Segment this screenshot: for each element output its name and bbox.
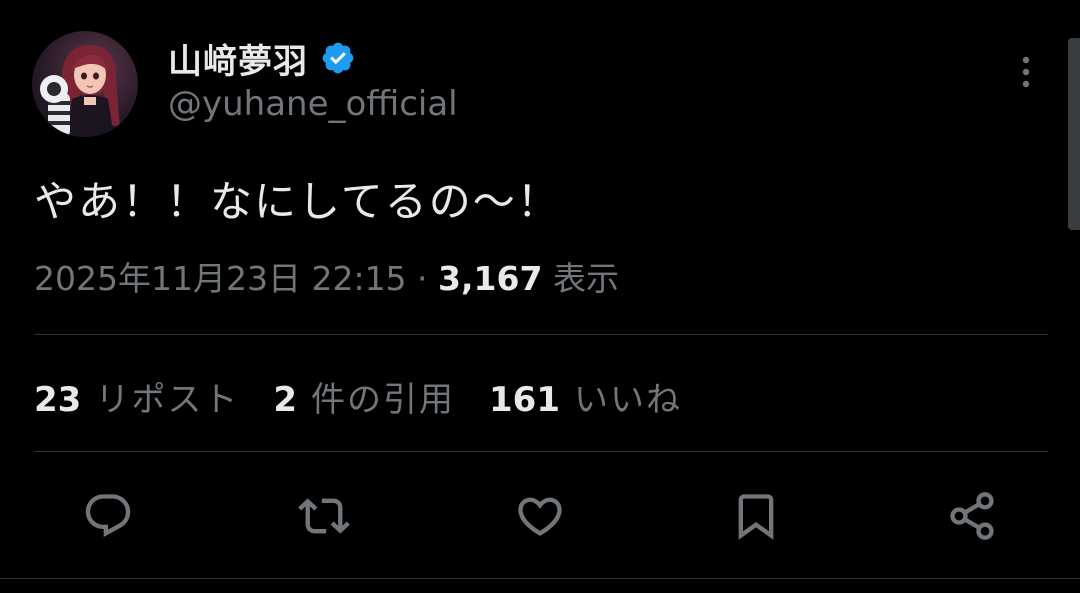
quotes-label: 件の引用 (311, 380, 455, 420)
bookmark-button[interactable] (730, 490, 782, 542)
meta-separator: · (406, 259, 439, 298)
repost-icon (298, 498, 350, 534)
share-icon (950, 492, 994, 540)
divider (34, 451, 1048, 452)
like-button[interactable] (514, 490, 566, 542)
views-count: 3,167 (438, 259, 543, 298)
tweet-timestamp[interactable]: 2025年11月23日 22:15 (34, 259, 407, 298)
reply-icon (85, 494, 131, 538)
reposts-stat[interactable]: 23 リポスト (34, 372, 239, 421)
tweet-detail: 山﨑夢羽 @yuhane_official やあ！！なにしてるの〜！ 2025年… (0, 0, 1080, 593)
scrollbar[interactable] (1068, 38, 1080, 230)
bookmark-icon (738, 494, 774, 540)
verified-badge-icon[interactable] (320, 40, 356, 76)
tweet-text: やあ！！なにしてるの〜！ (34, 177, 561, 226)
likes-label: いいね (573, 380, 682, 420)
repost-button[interactable] (298, 490, 350, 542)
reposts-count: 23 (34, 380, 82, 420)
quotes-stat[interactable]: 2 件の引用 (273, 372, 455, 421)
author-name-row[interactable]: 山﨑夢羽 (168, 34, 356, 83)
engagement-stats: 23 リポスト 2 件の引用 161 いいね (34, 372, 716, 421)
reply-button[interactable] (82, 490, 134, 542)
divider (0, 578, 1080, 579)
more-options-icon[interactable] (1014, 54, 1038, 94)
likes-stat[interactable]: 161 いいね (489, 372, 682, 421)
quotes-count: 2 (273, 380, 297, 420)
avatar-illustration (40, 44, 120, 137)
divider (34, 334, 1048, 335)
share-button[interactable] (946, 490, 998, 542)
likes-count: 161 (489, 380, 560, 420)
reposts-label: リポスト (95, 380, 240, 420)
tweet-meta: 2025年11月23日 22:15 · 3,167 表示 (34, 252, 619, 300)
like-icon (518, 497, 562, 536)
avatar[interactable] (32, 31, 138, 137)
author-handle[interactable]: @yuhane_official (168, 84, 458, 124)
views-label: 表示 (552, 259, 619, 298)
author-display-name[interactable]: 山﨑夢羽 (168, 34, 308, 83)
